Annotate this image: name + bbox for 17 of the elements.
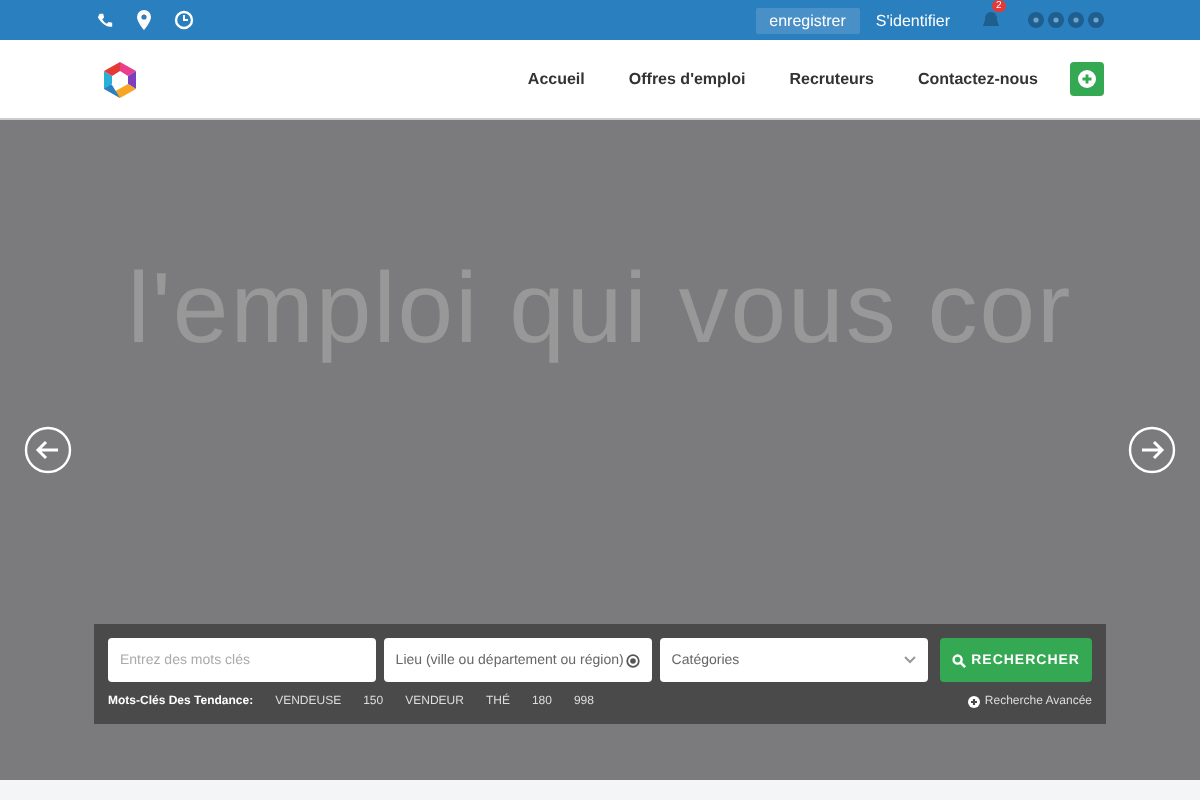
clock-icon — [174, 10, 194, 30]
phone-icon — [96, 11, 114, 29]
nav-link[interactable]: Recruteurs — [789, 70, 874, 88]
register-link[interactable]: enregistrer — [755, 7, 860, 33]
bell-icon[interactable] — [982, 10, 1000, 30]
add-button[interactable] — [1070, 62, 1104, 96]
login-link[interactable]: S'identifier — [875, 11, 950, 29]
location-pin-icon — [136, 10, 152, 30]
plus-icon — [1078, 70, 1096, 88]
nav-link[interactable]: Contactez-nous — [918, 70, 1038, 88]
nav-link[interactable]: Offres d'emploi — [628, 70, 746, 88]
chevron-down-icon — [903, 656, 916, 664]
logo-icon[interactable] — [100, 59, 140, 99]
nav-link[interactable]: Accueil — [527, 70, 585, 88]
search-icon — [951, 653, 966, 667]
target-icon — [625, 653, 640, 667]
plus-icon — [968, 696, 981, 708]
